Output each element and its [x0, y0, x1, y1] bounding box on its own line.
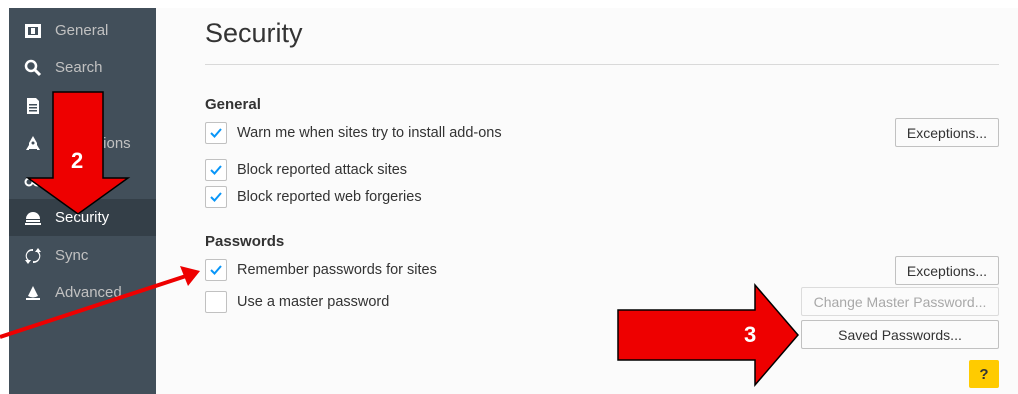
remember-passwords-label[interactable]: Remember passwords for sites — [237, 262, 437, 278]
sidebar-item-label: General — [55, 22, 109, 39]
sidebar-item-security[interactable]: Security — [9, 199, 156, 236]
step-2-label: 2 — [71, 148, 84, 173]
sidebar-item-general[interactable]: General — [9, 12, 156, 49]
help-button[interactable]: ? — [969, 360, 999, 388]
general-icon — [23, 21, 43, 41]
security-pane: Security General Warn me when sites try … — [156, 8, 1018, 394]
sidebar-item-advanced[interactable]: Advanced — [9, 274, 156, 311]
advanced-icon — [23, 283, 43, 303]
applications-icon — [23, 134, 43, 154]
security-icon — [23, 208, 43, 228]
passwords-heading: Passwords — [205, 233, 285, 250]
block-forgeries-checkbox[interactable] — [205, 186, 227, 208]
warn-addons-label[interactable]: Warn me when sites try to install add-on… — [237, 125, 502, 141]
sidebar: General Search tions Security Sync Advan… — [9, 8, 156, 394]
checkmark-icon — [210, 128, 222, 138]
remember-passwords-checkbox[interactable] — [205, 259, 227, 281]
sidebar-item-content[interactable] — [9, 87, 156, 124]
block-attack-row: Block reported attack sites — [205, 158, 407, 182]
addons-exceptions-button[interactable]: Exceptions... — [895, 118, 999, 147]
privacy-icon — [23, 171, 43, 191]
warn-addons-row: Warn me when sites try to install add-on… — [205, 121, 502, 145]
sidebar-item-label: tions — [99, 135, 131, 152]
checkmark-icon — [210, 165, 222, 175]
sidebar-item-label: Advanced — [55, 284, 122, 301]
block-forgeries-label[interactable]: Block reported web forgeries — [237, 189, 422, 205]
block-attack-label[interactable]: Block reported attack sites — [237, 162, 407, 178]
master-password-row: Use a master password — [205, 290, 389, 314]
checkmark-icon — [210, 265, 222, 275]
saved-passwords-button[interactable]: Saved Passwords... — [801, 320, 999, 349]
sidebar-item-label: Security — [55, 209, 110, 226]
content-icon — [23, 96, 43, 116]
page-title: Security — [205, 18, 303, 48]
change-master-password-button[interactable]: Change Master Password... — [801, 287, 999, 316]
block-forgeries-row: Block reported web forgeries — [205, 185, 422, 209]
remember-passwords-row: Remember passwords for sites — [205, 258, 437, 282]
general-heading: General — [205, 96, 261, 113]
checkmark-icon — [210, 192, 222, 202]
search-icon — [23, 58, 43, 78]
warn-addons-checkbox[interactable] — [205, 122, 227, 144]
block-attack-checkbox[interactable] — [205, 159, 227, 181]
sidebar-item-sync[interactable]: Sync — [9, 237, 156, 274]
sync-icon — [23, 246, 43, 266]
step-3-label: 3 — [744, 322, 757, 347]
title-divider — [205, 64, 999, 65]
passwords-exceptions-button[interactable]: Exceptions... — [895, 256, 999, 285]
sidebar-item-search[interactable]: Search — [9, 49, 156, 86]
master-password-label[interactable]: Use a master password — [237, 294, 389, 310]
sidebar-item-label: Search — [55, 59, 103, 76]
sidebar-item-label: Sync — [55, 247, 89, 264]
master-password-checkbox[interactable] — [205, 291, 227, 313]
